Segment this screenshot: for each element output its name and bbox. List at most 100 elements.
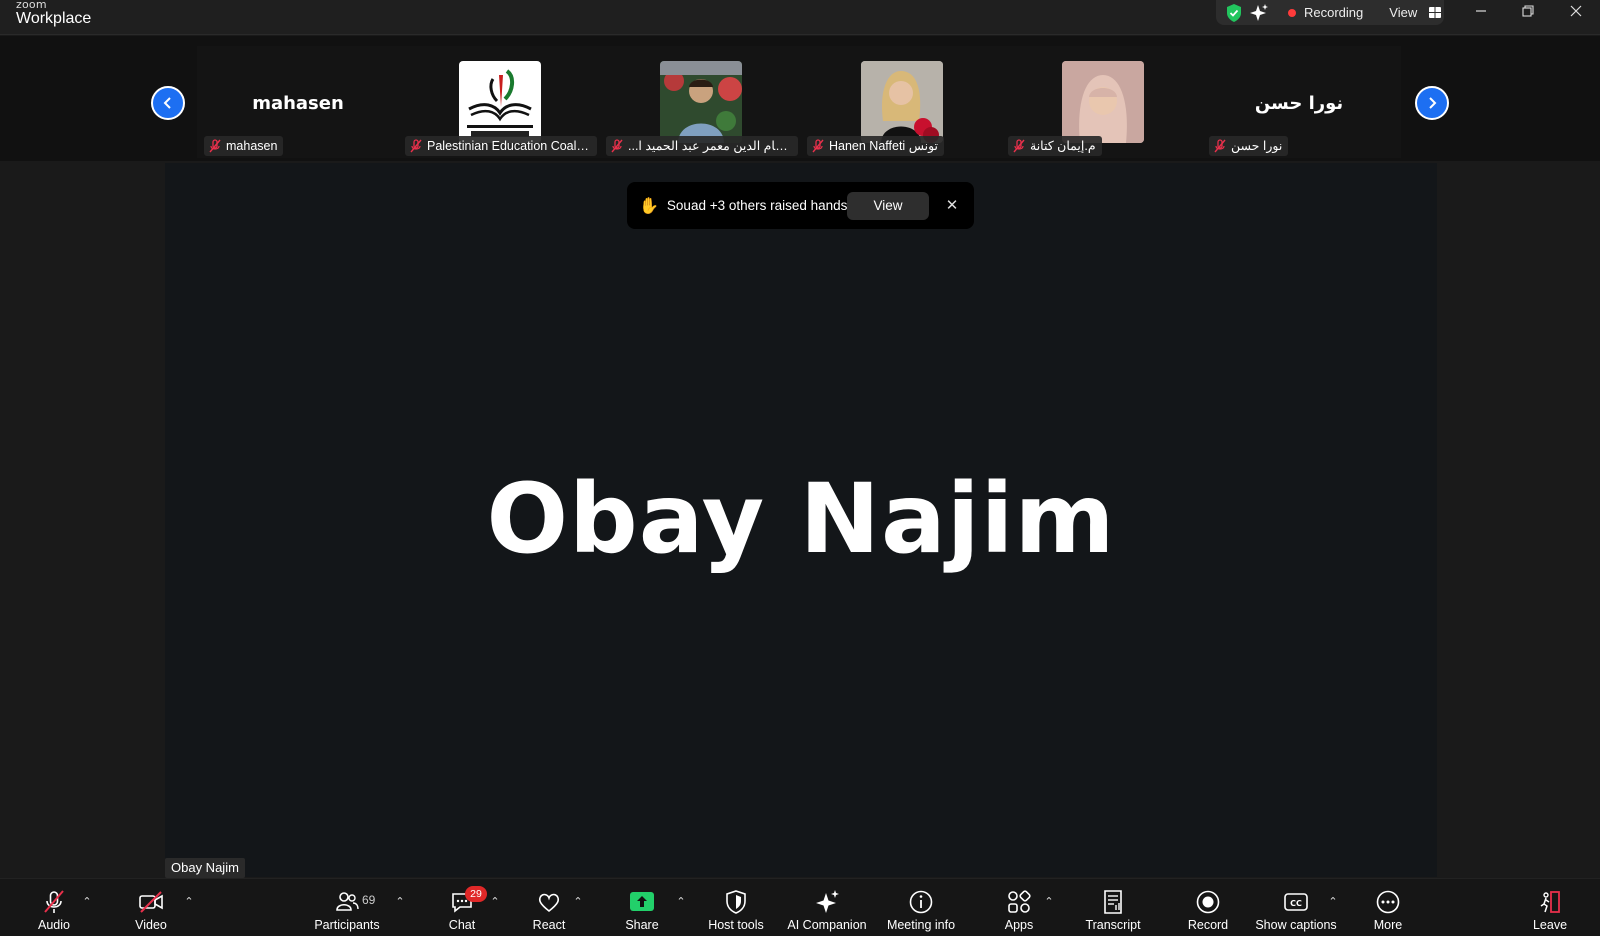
react-options-chevron-icon[interactable]: ⌃ bbox=[571, 895, 585, 908]
ai-companion-label: AI Companion bbox=[787, 918, 867, 932]
participant-tile[interactable]: نورا حسن نورا حسن bbox=[1205, 46, 1401, 158]
closed-captions-icon: CC bbox=[1284, 893, 1308, 911]
share-screen-icon bbox=[630, 892, 654, 911]
meeting-status-pill: Recording View bbox=[1216, 0, 1444, 25]
participants-icon bbox=[336, 892, 359, 911]
captions-options-chevron-icon[interactable]: ⌃ bbox=[1326, 895, 1340, 908]
video-options-chevron-icon[interactable]: ⌃ bbox=[182, 895, 196, 908]
share-button[interactable]: Share bbox=[618, 879, 666, 936]
more-dots-icon bbox=[1376, 890, 1400, 914]
minimize-button[interactable] bbox=[1458, 0, 1504, 22]
leave-label: Leave bbox=[1532, 918, 1568, 932]
participant-tile[interactable]: mahasen mahasen bbox=[200, 46, 396, 158]
record-button[interactable]: Record bbox=[1183, 879, 1233, 936]
meeting-toolbar: Audio ⌃ Video ⌃ Participants 69 ⌃ Chat 2… bbox=[0, 878, 1600, 936]
apps-grid-icon bbox=[1008, 890, 1031, 913]
transcript-icon bbox=[1104, 890, 1122, 914]
leave-button[interactable]: Leave bbox=[1525, 879, 1575, 936]
view-raised-hands-button[interactable]: View bbox=[847, 192, 929, 220]
app-logo: zoom Workplace bbox=[16, 0, 91, 27]
person-photo-icon bbox=[660, 61, 742, 143]
ai-sparkle-icon[interactable] bbox=[1250, 3, 1268, 22]
participant-photo-avatar bbox=[1062, 61, 1144, 143]
chevron-right-icon bbox=[1429, 97, 1437, 109]
participant-tile[interactable]: Palestinian Education Coaliti... bbox=[401, 46, 597, 158]
host-tools-label: Host tools bbox=[708, 918, 764, 932]
active-speaker-name: Obay Najim bbox=[486, 463, 1116, 575]
muted-mic-icon bbox=[410, 139, 422, 153]
view-menu-button[interactable]: View bbox=[1389, 5, 1417, 20]
participant-label: نورا حسن bbox=[1209, 136, 1289, 156]
record-icon bbox=[1196, 890, 1220, 914]
participants-button[interactable]: Participants bbox=[308, 879, 386, 936]
participant-name: Hanen Naffeti تونس bbox=[829, 139, 939, 153]
gallery-next-button[interactable] bbox=[1415, 86, 1449, 120]
participant-display-name: نورا حسن bbox=[1254, 93, 1344, 114]
video-off-icon bbox=[139, 891, 163, 913]
brand-small: zoom bbox=[16, 0, 47, 11]
person-photo-icon bbox=[861, 61, 943, 143]
audio-label: Audio bbox=[38, 918, 70, 932]
mic-muted-icon bbox=[44, 890, 64, 913]
muted-mic-icon bbox=[611, 139, 623, 153]
share-options-chevron-icon[interactable]: ⌃ bbox=[674, 895, 688, 908]
recording-label[interactable]: Recording bbox=[1304, 5, 1363, 20]
more-button[interactable]: More bbox=[1365, 879, 1411, 936]
close-window-button[interactable] bbox=[1553, 0, 1599, 22]
meeting-info-button[interactable]: Meeting info bbox=[883, 879, 959, 936]
participant-label: ...حسام الدين معمر عبد الحميد ا bbox=[606, 136, 798, 156]
react-button[interactable]: React bbox=[525, 879, 573, 936]
restore-button[interactable] bbox=[1505, 0, 1551, 22]
audio-button[interactable]: Audio bbox=[30, 879, 78, 936]
transcript-button[interactable]: Transcript bbox=[1081, 879, 1145, 936]
host-tools-button[interactable]: Host tools bbox=[705, 879, 767, 936]
participant-name: mahasen bbox=[226, 139, 278, 153]
participant-label: Hanen Naffeti تونس bbox=[807, 136, 945, 156]
minimize-icon bbox=[1476, 10, 1486, 12]
book-logo-icon bbox=[467, 69, 533, 137]
restore-icon bbox=[1522, 5, 1534, 17]
recording-dot-icon bbox=[1288, 8, 1296, 17]
active-speaker-label: Obay Najim bbox=[165, 858, 245, 878]
video-button[interactable]: Video bbox=[125, 879, 177, 936]
brand-large: Workplace bbox=[16, 10, 92, 27]
transcript-label: Transcript bbox=[1085, 918, 1141, 932]
participant-display-name: mahasen bbox=[252, 93, 344, 114]
more-label: More bbox=[1373, 918, 1403, 932]
close-icon bbox=[1570, 5, 1582, 17]
muted-mic-icon bbox=[209, 139, 221, 153]
person-photo-icon bbox=[1062, 61, 1144, 143]
chat-unread-badge: 29 bbox=[465, 886, 487, 902]
participants-count: 69 bbox=[362, 893, 376, 907]
show-captions-label: Show captions bbox=[1255, 918, 1337, 932]
participant-label: mahasen bbox=[204, 136, 284, 156]
chevron-left-icon bbox=[163, 97, 171, 109]
active-speaker-stage[interactable]: Obay Najim bbox=[165, 163, 1437, 877]
ai-companion-button[interactable]: AI Companion bbox=[784, 879, 870, 936]
participant-name: م.إيمان كتانة bbox=[1030, 139, 1096, 153]
meeting-info-label: Meeting info bbox=[886, 918, 956, 932]
react-label: React bbox=[532, 918, 566, 932]
apps-options-chevron-icon[interactable]: ⌃ bbox=[1042, 895, 1056, 908]
participant-tile[interactable]: م.إيمان كتانة bbox=[1004, 46, 1200, 158]
info-icon bbox=[909, 890, 933, 914]
participant-name: نورا حسن bbox=[1231, 139, 1283, 153]
chat-options-chevron-icon[interactable]: ⌃ bbox=[488, 895, 502, 908]
grid-view-icon bbox=[1429, 7, 1442, 18]
security-shield-icon[interactable] bbox=[1226, 3, 1242, 22]
participants-options-chevron-icon[interactable]: ⌃ bbox=[393, 895, 407, 908]
participant-tile[interactable]: Hanen Naffeti تونس bbox=[803, 46, 999, 158]
title-bar: zoom Workplace Recording View bbox=[0, 0, 1600, 35]
gallery-prev-button[interactable] bbox=[151, 86, 185, 120]
dismiss-notification-button[interactable]: ✕ bbox=[940, 194, 964, 218]
record-label: Record bbox=[1187, 918, 1229, 932]
participant-tile[interactable]: ...حسام الدين معمر عبد الحميد ا bbox=[602, 46, 798, 158]
share-label: Share bbox=[625, 918, 659, 932]
participant-photo-avatar bbox=[861, 61, 943, 143]
muted-mic-icon bbox=[1013, 139, 1025, 153]
ai-companion-sparkle-icon bbox=[816, 890, 839, 913]
audio-options-chevron-icon[interactable]: ⌃ bbox=[80, 895, 94, 908]
coalition-logo-avatar bbox=[459, 61, 541, 143]
apps-button[interactable]: Apps bbox=[995, 879, 1043, 936]
muted-mic-icon bbox=[1214, 139, 1226, 153]
